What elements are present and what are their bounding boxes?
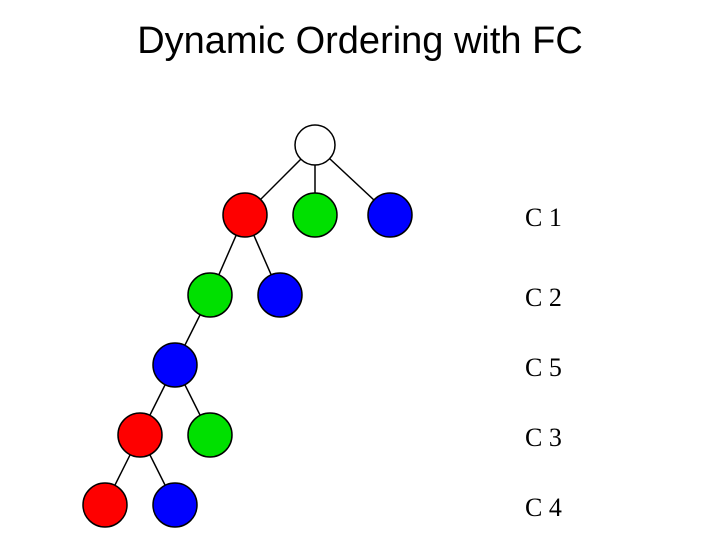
tree-diagram — [0, 0, 720, 540]
row-label-c4: C 4 — [525, 493, 562, 523]
row-label-c2: C 2 — [525, 283, 562, 313]
tree-node-c3a — [118, 413, 162, 457]
tree-node-c5 — [153, 343, 197, 387]
tree-node-c1c — [368, 193, 412, 237]
tree-node-c1b — [293, 193, 337, 237]
tree-node-c2b — [258, 273, 302, 317]
tree-node-c2a — [188, 273, 232, 317]
tree-node-c4a — [83, 483, 127, 527]
tree-node-c3b — [188, 413, 232, 457]
tree-node-c4b — [153, 483, 197, 527]
row-label-c3: C 3 — [525, 423, 562, 453]
tree-node-c1a — [223, 193, 267, 237]
row-label-c5: C 5 — [525, 353, 562, 383]
tree-node-root — [295, 125, 335, 165]
row-label-c1: C 1 — [525, 203, 562, 233]
